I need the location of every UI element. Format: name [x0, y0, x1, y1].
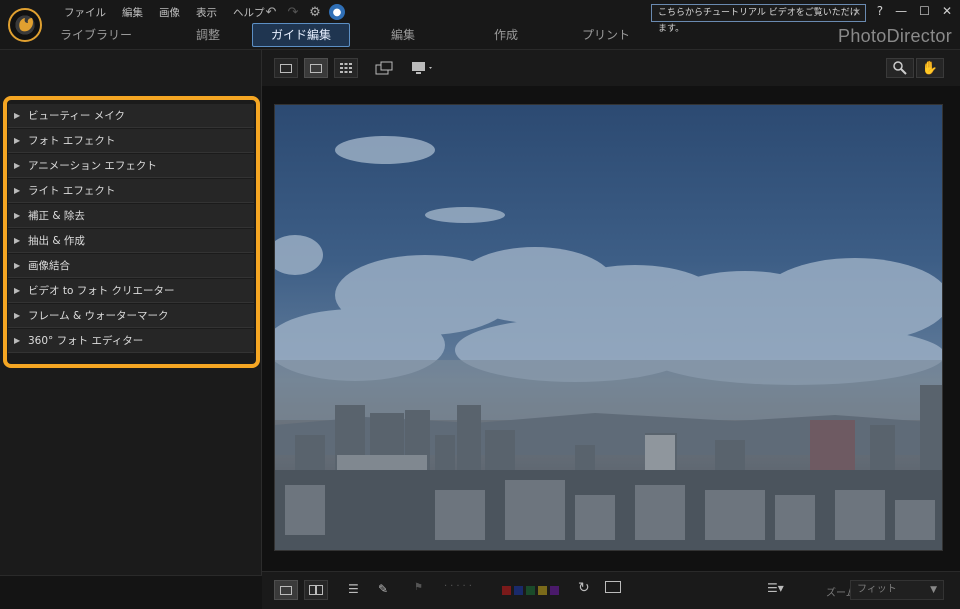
single-view-button[interactable] — [304, 58, 328, 78]
color-label-blue[interactable] — [514, 586, 523, 595]
zoom-select[interactable]: フィット ▼ — [850, 580, 944, 600]
expand-arrow-icon: ▶ — [14, 336, 21, 345]
menu-view[interactable]: 表示 — [188, 5, 225, 21]
guided-edit-item[interactable]: ▶ ライト エフェクト — [8, 179, 254, 203]
tab-print[interactable]: プリント — [556, 22, 656, 48]
close-icon[interactable]: × — [853, 5, 861, 21]
menu-image[interactable]: 画像 — [151, 5, 188, 21]
single-view-icon — [310, 63, 322, 73]
flag-icon[interactable]: ⚑ — [414, 582, 423, 593]
color-label-purple[interactable] — [550, 586, 559, 595]
guided-edit-label: フレーム & ウォーターマーク — [28, 310, 169, 322]
undo-icon[interactable]: ↶ — [263, 4, 279, 20]
tab-create[interactable]: 作成 — [456, 22, 556, 48]
monitor-button[interactable] — [408, 58, 438, 78]
viewer-toolbar: ✋ — [262, 50, 960, 86]
history-icon[interactable]: ☰ — [348, 582, 359, 596]
swap-view-button[interactable] — [372, 58, 396, 78]
notification-icon[interactable]: ● — [329, 4, 345, 20]
title-bar: ファイル 編集 画像 表示 ヘルプ ↶ ↷ ⚙ ● ライブラリー 調整 ガイド編… — [0, 0, 960, 50]
zoom-value: フィット — [857, 584, 897, 595]
expand-arrow-icon: ▶ — [14, 286, 21, 295]
panel-footer — [0, 575, 262, 609]
pan-tool-button[interactable]: ✋ — [916, 58, 944, 78]
edit-pen-icon[interactable]: ✎ — [378, 582, 388, 596]
guided-edit-label: ライト エフェクト — [28, 185, 116, 197]
help-icon[interactable]: ? — [877, 4, 883, 18]
dual-layout-icon — [309, 585, 323, 595]
window-controls: ? — ☐ ✕ — [877, 4, 952, 18]
expand-arrow-icon: ▶ — [14, 236, 21, 245]
menu-file[interactable]: ファイル — [56, 5, 114, 21]
brand-wordmark: PhotoDirector — [838, 26, 952, 46]
tab-library[interactable]: ライブラリー — [28, 22, 164, 48]
viewer-footer: ☰ ✎ ⚑ ····· ↻ ☰▾ ズーム: フィット ▼ — [262, 571, 960, 609]
single-layout-button[interactable] — [274, 580, 298, 600]
guided-edit-item[interactable]: ▶ フレーム & ウォーターマーク — [8, 304, 254, 328]
guided-edit-list: ▶ ビューティー メイク ▶ フォト エフェクト ▶ アニメーション エフェクト ▶ ライト … — [8, 104, 254, 354]
guided-edit-label: ビューティー メイク — [28, 110, 125, 122]
dual-layout-button[interactable] — [304, 580, 328, 600]
close-window-icon[interactable]: ✕ — [942, 4, 952, 18]
expand-arrow-icon: ▶ — [14, 211, 21, 220]
module-tabs: ライブラリー 調整 ガイド編集 編集 作成 プリント — [28, 22, 656, 48]
guided-edit-label: 360° フォト エディター — [28, 335, 144, 347]
rating-dots[interactable]: ····· — [444, 581, 475, 592]
swap-icon — [375, 61, 393, 75]
tutorial-banner[interactable]: こちらからチュートリアル ビデオをご覧いただけます。 × — [651, 4, 866, 34]
chevron-down-icon: ▼ — [930, 585, 937, 595]
guided-edit-label: 画像結合 — [28, 260, 70, 272]
monitor-icon — [412, 62, 432, 74]
maximize-icon[interactable]: ☐ — [919, 4, 930, 18]
settings-gear-icon[interactable]: ⚙ — [307, 4, 323, 20]
expand-arrow-icon: ▶ — [14, 261, 21, 270]
redo-icon[interactable]: ↷ — [285, 4, 301, 20]
color-label-yellow[interactable] — [538, 586, 547, 595]
image-viewer[interactable] — [262, 86, 960, 571]
guided-edit-item[interactable]: ▶ アニメーション エフェクト — [8, 154, 254, 178]
guided-edit-panel: ▶ ビューティー メイク ▶ フォト エフェクト ▶ アニメーション エフェクト ▶ ライト … — [0, 50, 262, 609]
guided-edit-item[interactable]: ▶ 画像結合 — [8, 254, 254, 278]
magnifier-icon — [893, 61, 907, 75]
guided-edit-item[interactable]: ▶ 抽出 & 作成 — [8, 229, 254, 253]
photo-content — [275, 136, 942, 550]
guided-edit-label: 補正 & 除去 — [28, 210, 85, 222]
expand-arrow-icon: ▶ — [14, 311, 21, 320]
guided-edit-label: 抽出 & 作成 — [28, 235, 85, 247]
tab-adjust[interactable]: 調整 — [164, 22, 252, 48]
guided-edit-item[interactable]: ▶ ビデオ to フォト クリエーター — [8, 279, 254, 303]
tab-edit[interactable]: 編集 — [350, 22, 456, 48]
expand-arrow-icon: ▶ — [14, 136, 21, 145]
tab-guided-edit[interactable]: ガイド編集 — [252, 23, 350, 47]
guided-edit-label: ビデオ to フォト クリエーター — [28, 285, 175, 297]
minimize-icon[interactable]: — — [895, 4, 907, 18]
sort-menu-icon[interactable]: ☰▾ — [767, 581, 784, 595]
guided-edit-item[interactable]: ▶ フォト エフェクト — [8, 129, 254, 153]
zoom-tool-button[interactable] — [886, 58, 914, 78]
guided-edit-label: アニメーション エフェクト — [28, 160, 157, 172]
crop-icon[interactable] — [605, 581, 621, 593]
grid-view-button[interactable] — [334, 58, 358, 78]
menu-bar: ファイル 編集 画像 表示 ヘルプ — [56, 5, 273, 21]
expand-arrow-icon: ▶ — [14, 111, 21, 120]
color-label-green[interactable] — [526, 586, 535, 595]
single-layout-icon — [280, 585, 292, 595]
hand-icon: ✋ — [921, 60, 939, 76]
grid-icon — [340, 63, 352, 73]
expand-arrow-icon: ▶ — [14, 161, 21, 170]
compare-view-icon — [280, 63, 292, 73]
expand-arrow-icon: ▶ — [14, 186, 21, 195]
tutorial-text: こちらからチュートリアル ビデオをご覧いただけます。 — [658, 8, 859, 34]
guided-edit-item[interactable]: ▶ 補正 & 除去 — [8, 204, 254, 228]
rotate-icon[interactable]: ↻ — [578, 580, 590, 596]
city-skyline-photo — [274, 104, 943, 551]
guided-edit-item[interactable]: ▶ ビューティー メイク — [8, 104, 254, 128]
menu-edit[interactable]: 編集 — [114, 5, 151, 21]
color-label-red[interactable] — [502, 586, 511, 595]
guided-edit-label: フォト エフェクト — [28, 135, 116, 147]
guided-edit-item[interactable]: ▶ 360° フォト エディター — [8, 329, 254, 353]
compare-view-button[interactable] — [274, 58, 298, 78]
quick-tools: ↶ ↷ ⚙ ● — [263, 4, 345, 20]
